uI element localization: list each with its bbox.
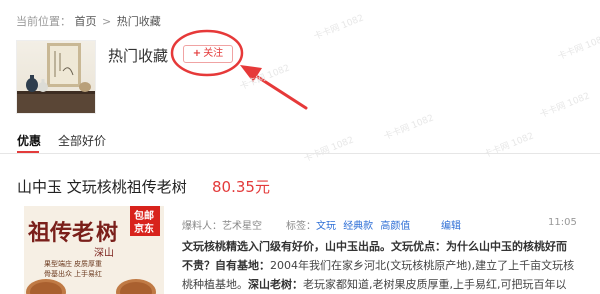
category-title: 热门收藏 <box>108 47 169 65</box>
desc-bold-3: 深山老树： <box>248 278 303 291</box>
deal-author: 爆料人：艺术星空 <box>182 217 262 232</box>
desc-text-1: 2004年我们在家乡河北(文玩核桃原产地),建立了上千亩文玩核 <box>270 259 575 272</box>
plus-icon: + <box>192 48 202 59</box>
watermark: 卡卡网 1082 <box>238 63 292 93</box>
follow-label: 关注 <box>203 48 224 59</box>
breadcrumb: 当前位置： 首页 > 热门收藏 <box>16 13 161 29</box>
deal-time: 11:05 <box>548 217 577 228</box>
deal-tags: 标签：文玩 经典款 高颜值 <box>286 217 414 232</box>
image-headline-1: 祖传老 <box>28 220 94 246</box>
breadcrumb-current: 热门收藏 <box>116 15 161 28</box>
edit-link[interactable]: 编辑 <box>441 217 461 232</box>
watermark: 卡卡网 1082 <box>556 33 600 63</box>
image-headline-2: 树 <box>96 220 118 246</box>
follow-button[interactable]: + 关注 <box>183 45 233 63</box>
desc-bold-2: 不贵？自有基地： <box>182 259 270 272</box>
breadcrumb-separator: > <box>102 15 112 28</box>
tag-link[interactable]: 高颜值 <box>380 221 410 232</box>
breadcrumb-home-link[interactable]: 首页 <box>75 15 97 28</box>
image-feature-2: 骨基出众 上手易红 <box>44 269 102 278</box>
category-thumbnail <box>16 40 96 114</box>
tag-link[interactable]: 文玩 <box>316 221 336 232</box>
tag-link[interactable]: 经典款 <box>343 221 373 232</box>
image-feature-1: 果型端庄 皮质厚重 <box>44 259 102 268</box>
badge-line-2: 京东 <box>134 222 154 235</box>
tab-deals[interactable]: 优惠 <box>17 132 41 149</box>
active-tab-indicator <box>17 151 39 153</box>
desc-text-2: 桃种植基地。 <box>182 278 248 291</box>
deal-product-image[interactable]: 祖传老 树 深山 包邮 京东 果型端庄 皮质厚重 骨基出众 上手易红 <box>24 206 164 294</box>
tab-bar: 优惠 全部好价 <box>0 130 600 154</box>
watermark: 卡卡网 1082 <box>312 13 366 43</box>
deal-description: 文玩核桃精选入门级有好价，山中玉出品。文玩优点：为什么山中玉的核桃好而 不贵？自… <box>182 237 584 294</box>
author-label: 爆料人： <box>182 221 222 232</box>
deal-title[interactable]: 山中玉 文玩核桃祖传老树 <box>17 176 187 197</box>
desc-bold-1: 文玩核桃精选入门级有好价，山中玉出品。文玩优点：为什么山中玉的核桃好而 <box>182 240 567 253</box>
image-sub-origin: 深山 <box>94 247 114 259</box>
tags-label: 标签： <box>286 221 316 232</box>
author-name[interactable]: 艺术星空 <box>222 221 262 232</box>
desc-text-3: 老玩家都知道,老树果皮质厚重,上手易红,可把玩百年以 <box>303 278 567 291</box>
watermark: 卡卡网 1082 <box>538 91 592 121</box>
badge-line-1: 包邮 <box>134 209 154 222</box>
tab-all-deals[interactable]: 全部好价 <box>58 132 106 149</box>
deal-price: 80.35元 <box>212 178 270 196</box>
breadcrumb-prefix: 当前位置： <box>16 15 71 28</box>
